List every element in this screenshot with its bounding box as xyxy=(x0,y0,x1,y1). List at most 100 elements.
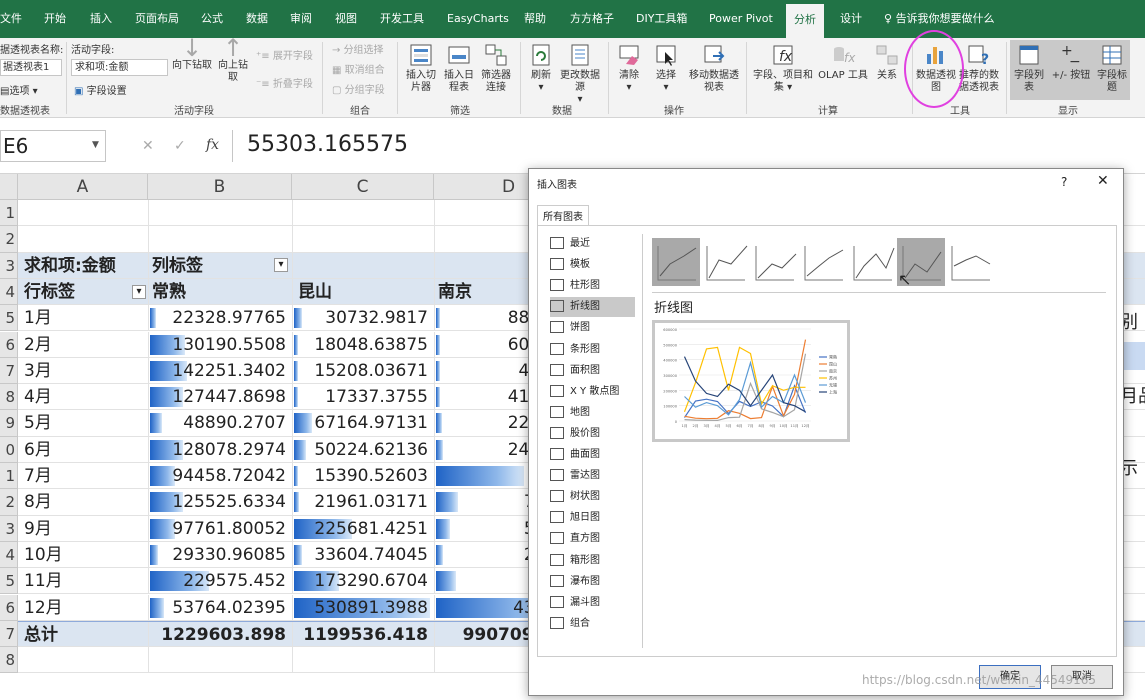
olap-tools-button[interactable]: fx OLAP 工具 xyxy=(818,42,868,82)
row-header[interactable]: 5 xyxy=(0,305,18,332)
month-label[interactable]: 6月 xyxy=(24,437,144,463)
value-cell[interactable]: 21961.03171 xyxy=(292,489,432,515)
fields-items-sets-button[interactable]: fx 字段、项目和集 ▾ xyxy=(750,42,816,94)
chart-category-item[interactable]: 瀑布图 xyxy=(550,572,600,592)
row-header[interactable]: 3 xyxy=(0,515,18,542)
tab-file[interactable]: 文件 xyxy=(0,0,22,38)
row-labels-header[interactable]: 行标签 xyxy=(24,279,134,305)
row-header[interactable]: 5 xyxy=(0,568,18,595)
value-cell[interactable]: 15390.52603 xyxy=(292,463,432,489)
ungroup-button[interactable]: ▦ 取消组合 xyxy=(332,61,385,76)
tab-easycharts[interactable]: EasyCharts xyxy=(447,0,509,38)
value-cell[interactable]: 53764.02395 xyxy=(148,595,290,621)
chart-category-item[interactable]: 面积图 xyxy=(550,361,600,381)
formula-enter-icon[interactable]: ✓ xyxy=(174,138,186,154)
value-cell[interactable]: 17337.3755 xyxy=(292,384,432,410)
tab-help[interactable]: 帮助 xyxy=(524,0,546,38)
value-cell[interactable]: 94458.72042 xyxy=(148,463,290,489)
field-settings-button[interactable]: ▣ 字段设置 xyxy=(74,82,127,97)
group-field-button[interactable]: ▢ 分组字段 xyxy=(332,81,385,96)
collapse-field-button[interactable]: ⁻≡ 折叠字段 xyxy=(256,75,313,90)
insert-function-icon[interactable]: fx xyxy=(206,137,219,153)
tab-fangfang[interactable]: 方方格子 xyxy=(570,0,614,38)
row-header[interactable]: 4 xyxy=(0,541,18,569)
chart-category-item[interactable]: 旭日图 xyxy=(550,508,600,528)
clear-button[interactable]: 清除 ▾ xyxy=(612,42,646,94)
value-cell[interactable]: 127447.8698 xyxy=(148,384,290,410)
row-header[interactable]: 6 xyxy=(0,331,18,358)
chart-category-item[interactable]: 饼图 xyxy=(550,318,590,338)
formula-cancel-icon[interactable]: ✕ xyxy=(142,138,154,154)
line-chart-subtype[interactable] xyxy=(652,238,700,286)
grand-total-cell[interactable]: 1199536.418 xyxy=(292,622,432,648)
column-header-changshu[interactable]: 常熟 xyxy=(152,279,282,305)
tab-diy[interactable]: DIY工具箱 xyxy=(636,0,687,38)
line-chart-subtype[interactable] xyxy=(701,238,749,286)
value-cell[interactable]: 225681.4251 xyxy=(292,516,432,542)
tab-formulas[interactable]: 公式 xyxy=(201,0,223,38)
chart-category-item[interactable]: 折线图 xyxy=(550,297,635,318)
chart-category-item[interactable]: 地图 xyxy=(550,403,590,423)
row-header[interactable]: 7 xyxy=(0,620,18,648)
tab-design[interactable]: 设计 xyxy=(840,0,862,38)
chart-category-item[interactable]: X Y 散点图 xyxy=(550,382,619,402)
close-icon[interactable]: ✕ xyxy=(1097,173,1109,189)
column-header-c[interactable]: C xyxy=(292,174,434,200)
chart-category-item[interactable]: 条形图 xyxy=(550,340,600,360)
month-label[interactable]: 4月 xyxy=(24,384,144,410)
value-cell[interactable]: 530891.3988 xyxy=(292,595,432,621)
month-label[interactable]: 2月 xyxy=(24,332,144,358)
move-pivot-button[interactable]: 移动数据透视表 xyxy=(688,42,740,94)
chart-preview[interactable]: 600000 500000 400000 300000 200000 100000 0 1月 2… xyxy=(652,320,850,442)
month-label[interactable]: 11月 xyxy=(24,568,144,594)
options-button[interactable]: ▤选项 ▾ xyxy=(0,82,38,97)
line-chart-subtype[interactable] xyxy=(946,238,994,286)
value-cell[interactable]: 130190.5508 xyxy=(148,332,290,358)
insert-timeline-button[interactable]: 插入日程表 xyxy=(441,42,477,94)
plus-minus-button[interactable]: + − +/- 按钮 xyxy=(1048,42,1094,82)
month-label[interactable]: 9月 xyxy=(24,516,144,542)
insert-slicer-button[interactable]: 插入切片器 xyxy=(403,42,439,94)
column-header-b[interactable]: B xyxy=(148,174,292,200)
field-headers-button[interactable]: 字段标题 xyxy=(1096,42,1128,94)
value-cell[interactable]: 128078.2974 xyxy=(148,437,290,463)
value-cell[interactable]: 173290.6704 xyxy=(292,568,432,594)
chart-category-item[interactable]: 模板 xyxy=(550,255,590,275)
pivot-value-header[interactable]: 求和项:金额 xyxy=(24,253,148,279)
month-label[interactable]: 10月 xyxy=(24,542,144,568)
value-cell[interactable]: 48890.2707 xyxy=(148,410,290,436)
chart-category-item[interactable]: 箱形图 xyxy=(550,551,600,571)
column-header-a[interactable]: A xyxy=(18,174,148,200)
month-label[interactable]: 8月 xyxy=(24,489,144,515)
row-header[interactable]: 8 xyxy=(0,647,18,674)
tab-analyze[interactable]: 分析 xyxy=(786,4,824,38)
select-all-corner[interactable] xyxy=(0,174,18,200)
drill-down-button[interactable]: ↓ 向下钻取 xyxy=(170,36,214,72)
formula-input[interactable]: 55303.165575 xyxy=(232,130,1145,162)
row-header[interactable]: 6 xyxy=(0,594,18,621)
tab-developer[interactable]: 开发工具 xyxy=(380,0,424,38)
row-header[interactable]: 0 xyxy=(0,436,18,463)
value-cell[interactable]: 22328.97765 xyxy=(148,305,290,331)
change-source-button[interactable]: 更改数据源 ▾ xyxy=(560,42,600,106)
row-header[interactable]: 2 xyxy=(0,489,18,516)
tab-all-charts[interactable]: 所有图表 xyxy=(537,205,589,225)
name-box[interactable]: E6 xyxy=(0,130,106,162)
tab-review[interactable]: 审阅 xyxy=(290,0,312,38)
column-labels-header[interactable]: 列标签 xyxy=(152,253,272,279)
value-cell[interactable]: 229575.452 xyxy=(148,568,290,594)
value-cell[interactable]: 97761.80052 xyxy=(148,516,290,542)
select-button[interactable]: 选择 ▾ xyxy=(648,42,684,94)
line-chart-subtype[interactable] xyxy=(848,238,896,286)
grand-total-label[interactable]: 总计 xyxy=(24,622,144,648)
chart-category-item[interactable]: 组合 xyxy=(550,614,590,634)
tab-powerpivot[interactable]: Power Pivot xyxy=(709,0,773,38)
row-header[interactable]: 1 xyxy=(0,200,18,227)
tab-insert[interactable]: 插入 xyxy=(90,0,112,38)
row-header[interactable]: 4 xyxy=(0,278,18,306)
column-header-kunshan[interactable]: 昆山 xyxy=(298,279,428,305)
chart-category-item[interactable]: 雷达图 xyxy=(550,466,600,486)
refresh-button[interactable]: 刷新 ▾ xyxy=(523,42,559,94)
value-cell[interactable]: 125525.6334 xyxy=(148,489,290,515)
filter-dropdown-icon[interactable]: ▾ xyxy=(132,284,146,299)
